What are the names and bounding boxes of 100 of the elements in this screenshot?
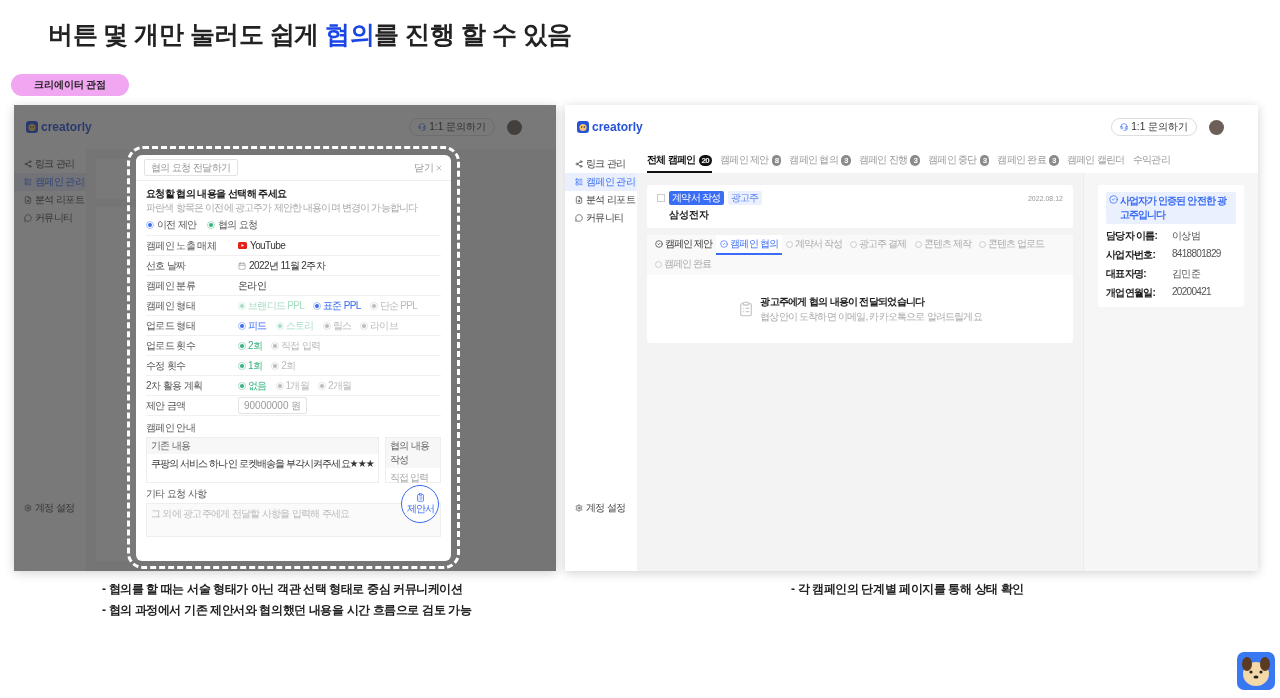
- radio-option[interactable]: 단순 PPL: [369, 298, 418, 313]
- request-input-box[interactable]: 협의 내용 작성 직접 입력: [384, 437, 441, 483]
- circle-icon: [785, 240, 793, 248]
- step-tab[interactable]: 콘텐츠 업로드: [974, 235, 1049, 255]
- radio-option[interactable]: 라이브: [360, 318, 399, 333]
- radio-option[interactable]: 2회: [271, 358, 296, 373]
- radio-icon[interactable]: [238, 381, 246, 390]
- step-tab[interactable]: 광고주 결제: [846, 235, 911, 255]
- sidebar-item[interactable]: 링크 관리: [14, 155, 86, 173]
- close-button[interactable]: 닫기: [414, 160, 443, 175]
- radio-option[interactable]: 2개월: [318, 378, 352, 393]
- radio-option[interactable]: 릴스: [322, 318, 352, 333]
- radio-icon[interactable]: [238, 301, 246, 310]
- radio-icon[interactable]: [271, 341, 280, 350]
- step-tab[interactable]: 콘텐츠 제작: [910, 235, 975, 255]
- campaign-tab[interactable]: 캠페인 중단 3: [928, 149, 990, 173]
- headset-icon: [1120, 123, 1129, 131]
- radio-icon[interactable]: [275, 381, 284, 390]
- radio-icon[interactable]: [275, 321, 284, 330]
- modal-subtitle: 파란색 항목은 이전에 광고주가 제안한 내용이며 변경이 가능합니다: [146, 201, 419, 215]
- circle-icon: [655, 260, 662, 268]
- radio-option[interactable]: 표준 PPL: [313, 298, 361, 313]
- settings-item[interactable]: 계정 설정: [14, 499, 86, 517]
- radio-icon[interactable]: [238, 321, 246, 330]
- caption: - 협의를 할 때는 서술 형태가 아닌 객관 선택 형태로 중심 커뮤니케이션: [102, 581, 464, 598]
- clipboard-icon: [415, 492, 425, 502]
- campaign-tab[interactable]: 캠페인 캘린더: [1066, 149, 1125, 173]
- close-icon: [435, 163, 443, 172]
- send-request-button[interactable]: 협의 요청 전달하기: [144, 159, 238, 176]
- radio-icon[interactable]: [322, 321, 331, 330]
- caption: - 각 캠페인의 단계별 페이지를 통해 상태 확인: [791, 581, 1025, 598]
- sidebar-item[interactable]: 커뮤니티: [14, 209, 86, 227]
- count-badge: 3: [979, 154, 990, 166]
- box-heading: 협의 내용 작성: [385, 438, 440, 468]
- step-tab[interactable]: 캠페인 협의: [716, 235, 782, 255]
- radio-icon[interactable]: [238, 361, 246, 370]
- inquiry-button[interactable]: 1:1 문의하기: [1111, 118, 1197, 136]
- radio-icon[interactable]: [360, 321, 369, 330]
- radio-icon[interactable]: [271, 361, 280, 370]
- mascot-drawing: [1237, 652, 1275, 690]
- sidebar-item[interactable]: 커뮤니티: [565, 209, 637, 227]
- radio-option[interactable]: 피드: [238, 318, 267, 333]
- legend-dot-icon[interactable]: [206, 221, 215, 229]
- section-label: 기타 요청 사항: [146, 487, 207, 501]
- status-badge: 계약서 작성: [669, 191, 724, 205]
- radio-icon[interactable]: [318, 381, 327, 390]
- count-badge: 3: [910, 154, 921, 166]
- page-title: 버튼 몇 개만 눌러도 쉽게 협의를 진행 할 수 있음: [48, 19, 573, 50]
- campaign-tab[interactable]: 캠페인 완료 3: [997, 149, 1059, 173]
- radio-option[interactable]: 스토리: [275, 318, 314, 333]
- avatar[interactable]: [1209, 119, 1224, 135]
- campaign-tab[interactable]: 캠페인 진행 3: [858, 149, 921, 173]
- radio-option[interactable]: 직접 입력: [271, 338, 321, 353]
- checkbox[interactable]: [657, 194, 665, 202]
- step-tab[interactable]: 캠페인 완료: [651, 255, 716, 275]
- campaign-tab[interactable]: 캠페인 제안 8: [720, 149, 782, 173]
- campaign-tab[interactable]: 전체 캠페인 20: [647, 149, 713, 173]
- proposal-button[interactable]: 제안서: [401, 485, 439, 523]
- avatar[interactable]: [507, 119, 522, 135]
- count-badge: 3: [841, 154, 851, 166]
- field-label: 수정 횟수: [146, 358, 187, 373]
- legend-dot-icon[interactable]: [146, 221, 154, 229]
- radio-option[interactable]: 2회: [238, 338, 263, 353]
- play-icon: [238, 242, 247, 249]
- info-value: 김민준: [1172, 267, 1200, 281]
- circle-icon: [978, 240, 986, 248]
- sidebar-item[interactable]: 링크 관리: [565, 155, 637, 173]
- radio-icon[interactable]: [313, 301, 322, 310]
- verified-text: 사업자가 인증된 안전한 광고주입니다: [1120, 194, 1228, 222]
- inquiry-button[interactable]: 1:1 문의하기: [409, 118, 495, 136]
- amount-field[interactable]: 90000000 원: [238, 397, 308, 414]
- share-icon: [575, 160, 583, 168]
- field-label: 업로드 횟수: [146, 338, 197, 353]
- campaign-tab[interactable]: 캠페인 협의 3: [789, 149, 851, 173]
- radio-option[interactable]: 1개월: [275, 378, 310, 393]
- sidebar-item[interactable]: 분석 리포트: [14, 191, 86, 209]
- radio-icon[interactable]: [369, 301, 378, 310]
- info-value: 8418801829: [1172, 248, 1221, 261]
- field-label: 캠페인 분류: [146, 278, 197, 293]
- count-badge: 8: [771, 154, 782, 166]
- radio-option[interactable]: 1회: [238, 358, 263, 373]
- step-tab[interactable]: 캠페인 제안: [651, 235, 717, 255]
- settings-icon: [24, 504, 32, 512]
- sidebar-item[interactable]: 캠페인 관리: [565, 173, 637, 191]
- info-label: 담당자 이름:: [1106, 229, 1159, 243]
- empty-title: 광고주에게 협의 내용이 전달되었습니다: [760, 294, 926, 309]
- radio-option[interactable]: 없음: [238, 378, 267, 393]
- radio-option[interactable]: 브랜디드 PPL: [238, 298, 305, 313]
- campaign-tab[interactable]: 수익관리: [1132, 149, 1170, 173]
- radio-icon[interactable]: [238, 341, 246, 350]
- logo[interactable]: creatorly: [26, 120, 92, 134]
- info-value: 20200421: [1172, 286, 1211, 299]
- sidebar-item[interactable]: 분석 리포트: [565, 191, 637, 209]
- legend-item: 이전 제안: [146, 218, 197, 232]
- check-circle-icon: [720, 240, 729, 248]
- step-tab[interactable]: 계약서 작성: [781, 235, 847, 255]
- logo[interactable]: creatorly: [577, 120, 643, 134]
- settings-item[interactable]: 계정 설정: [565, 499, 637, 517]
- field-label: 업로드 형태: [146, 318, 197, 333]
- document-search-icon: [24, 196, 32, 204]
